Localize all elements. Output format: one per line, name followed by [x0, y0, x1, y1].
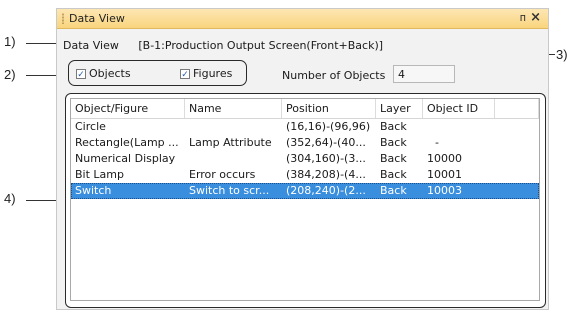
cell-position: (304,160)-(3... [286, 152, 366, 165]
cell-object-id: 10003 [427, 184, 462, 197]
cell-name: Switch to scr... [189, 184, 270, 197]
cell-position: (208,240)-(2... [286, 184, 366, 197]
column-header-filler [495, 99, 539, 118]
pin-icon[interactable]: ᴨ [520, 11, 526, 24]
list-item[interactable]: Numerical Display (304,160)-(3... Back 1… [71, 151, 539, 167]
cell-layer: Back [380, 136, 407, 149]
cell-layer: Back [380, 184, 407, 197]
callout-1: 1) [4, 34, 16, 49]
object-list-frame: Object/Figure Name Position Layer Object… [65, 93, 546, 308]
figures-check-icon[interactable]: ✓ [180, 68, 190, 80]
cell-object-id: - [435, 136, 439, 149]
cell-layer: Back [380, 120, 407, 133]
figures-checkbox[interactable]: ✓ Figures [180, 67, 232, 80]
cell-object-id: 10001 [427, 168, 462, 181]
column-header-name[interactable]: Name [185, 99, 282, 118]
callout-1-leader [26, 43, 60, 44]
cell-position: (16,16)-(96,96) [286, 120, 371, 133]
cell-name [185, 119, 282, 135]
list-item[interactable]: Circle (16,16)-(96,96) Back [71, 119, 539, 135]
cell-object-figure: Rectangle(Lamp ... [75, 136, 179, 149]
object-count-field: 4 [393, 65, 455, 83]
cell-name: Error occurs [189, 168, 256, 181]
callout-2: 2) [4, 67, 16, 82]
close-icon[interactable]: × [530, 10, 541, 25]
objects-check-icon[interactable]: ✓ [76, 68, 86, 80]
cell-layer: Back [380, 168, 407, 181]
data-view-window: Data View ᴨ × Data View [B-1:Production … [56, 8, 549, 310]
figures-label: Figures [193, 67, 233, 80]
screen-info: Data View [B-1:Production Output Screen(… [63, 39, 399, 52]
objects-label: Objects [89, 67, 131, 80]
cell-object-figure: Switch [75, 184, 112, 197]
column-header-position[interactable]: Position [282, 99, 376, 118]
cell-object-figure: Numerical Display [75, 152, 176, 165]
cell-object-figure: Bit Lamp [75, 168, 124, 181]
cell-name [185, 151, 282, 167]
list-item[interactable]: Bit Lamp Error occurs (384,208)-(4... Ba… [71, 167, 539, 183]
cell-position: (352,64)-(40... [286, 136, 366, 149]
objects-checkbox[interactable]: ✓ Objects [76, 67, 131, 80]
cell-object-id: 10000 [427, 152, 462, 165]
title-bar[interactable]: Data View ᴨ × [57, 9, 548, 29]
cell-name: Lamp Attribute [189, 136, 272, 149]
cell-position: (384,208)-(4... [286, 168, 366, 181]
callout-3: 3) [556, 47, 568, 62]
object-list[interactable]: Object/Figure Name Position Layer Object… [70, 98, 540, 301]
cell-layer: Back [380, 152, 407, 165]
list-header: Object/Figure Name Position Layer Object… [71, 99, 539, 119]
column-header-layer[interactable]: Layer [376, 99, 423, 118]
drag-grip-icon[interactable] [62, 13, 64, 24]
list-item-selected[interactable]: Switch Switch to scr... (208,240)-(2... … [71, 183, 539, 199]
filter-group: ✓ Objects ✓ Figures [68, 60, 247, 86]
screen-value: [B-1:Production Output Screen(Front+Back… [138, 39, 384, 52]
object-count-label: Number of Objects [282, 69, 386, 82]
window-title: Data View [69, 12, 125, 25]
list-item[interactable]: Rectangle(Lamp ... Lamp Attribute (352,6… [71, 135, 539, 151]
callout-4: 4) [4, 191, 16, 206]
cell-object-figure: Circle [75, 120, 106, 133]
screen-label: Data View [63, 39, 119, 52]
column-header-object-figure[interactable]: Object/Figure [71, 99, 185, 118]
column-header-object-id[interactable]: Object ID [423, 99, 495, 118]
cell-object-id [423, 119, 495, 135]
